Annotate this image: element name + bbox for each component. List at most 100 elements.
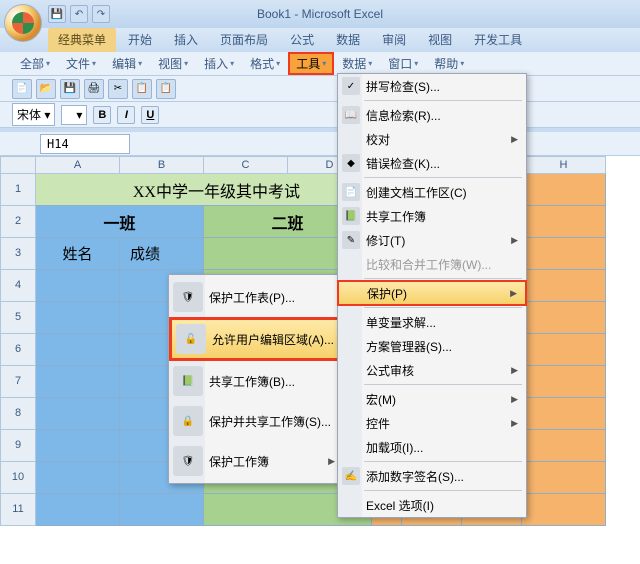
cell-score-hdr[interactable]: 成绩 [120,238,204,270]
col-a[interactable]: A [36,156,120,174]
cell[interactable] [522,334,606,366]
tools-menu-item[interactable]: 📖信息检索(R)... [338,103,526,127]
cell[interactable] [522,302,606,334]
redo-icon[interactable]: ↷ [92,5,110,23]
cell[interactable] [36,174,120,206]
col-h[interactable]: H [522,156,606,174]
save-icon[interactable]: 💾 [48,5,66,23]
tools-menu-item[interactable]: 宏(M)▶ [338,387,526,411]
cell[interactable] [522,494,606,526]
cell[interactable] [522,462,606,494]
select-all-corner[interactable] [0,156,36,174]
cell-class1[interactable]: 一班 [36,206,204,238]
menu-tools[interactable]: 工具▾ [288,52,334,75]
cell-name-hdr[interactable]: 姓名 [36,238,120,270]
cell[interactable] [36,366,120,398]
row-header[interactable]: 6 [0,334,36,366]
tab-page-layout[interactable]: 页面布局 [210,27,278,52]
font-size-select[interactable]: ▾ [61,105,87,125]
new-icon[interactable]: 📄 [12,79,32,99]
row-header[interactable]: 8 [0,398,36,430]
cell[interactable] [522,206,606,238]
print-icon[interactable]: 🖨 [84,79,104,99]
row-header[interactable]: 10 [0,462,36,494]
cell[interactable] [36,334,120,366]
menu-data[interactable]: 数据▾ [334,52,380,75]
tools-menu-item[interactable]: 控件▶ [338,411,526,435]
tools-menu-item[interactable]: 校对▶ [338,127,526,151]
tools-menu-item[interactable]: ✎修订(T)▶ [338,228,526,252]
tools-menu-item[interactable]: 加载项(I)... [338,435,526,459]
row-header[interactable]: 1 [0,174,36,206]
font-name-select[interactable]: 宋体 ▾ [12,103,55,126]
menu-item-icon: ✎ [342,231,360,249]
menu-view[interactable]: 视图▾ [150,52,196,75]
row-header[interactable]: 9 [0,430,36,462]
cell[interactable] [522,366,606,398]
cell[interactable] [36,398,120,430]
paste-icon[interactable]: 📋 [156,79,176,99]
open-icon[interactable]: 📂 [36,79,56,99]
tools-menu-item[interactable]: 公式审核▶ [338,358,526,382]
tools-menu-item[interactable]: ✍添加数字签名(S)... [338,464,526,488]
col-c[interactable]: C [204,156,288,174]
row-header[interactable]: 5 [0,302,36,334]
name-box[interactable]: H14 [40,134,130,154]
tools-menu-item[interactable]: 比较和合并工作簿(W)... [338,252,526,276]
undo-icon[interactable]: ↶ [70,5,88,23]
row-header[interactable]: 3 [0,238,36,270]
protect-menu-item[interactable]: 🔓 允许用户编辑区域(A)... [169,317,343,361]
tab-view[interactable]: 视图 [418,27,462,52]
underline-button[interactable]: U [141,106,159,124]
tools-menu-item[interactable]: ✓拼写检查(S)... [338,74,526,98]
cell[interactable] [522,430,606,462]
menu-file[interactable]: 文件▾ [58,52,104,75]
tools-menu-item[interactable]: 📗共享工作簿 [338,204,526,228]
row-header[interactable]: 11 [0,494,36,526]
bold-button[interactable]: B [93,106,111,124]
copy-icon[interactable]: 📋 [132,79,152,99]
tools-menu-item[interactable]: 方案管理器(S)... [338,334,526,358]
cell[interactable] [36,302,120,334]
tools-menu-item[interactable]: 单变量求解... [338,310,526,334]
cell[interactable] [36,494,120,526]
protect-menu-item[interactable]: 🛡 保护工作簿▶ [169,441,343,481]
tab-review[interactable]: 审阅 [372,27,416,52]
cell[interactable] [522,174,606,206]
tools-menu-item[interactable]: Excel 选项(I) [338,493,526,517]
cell[interactable] [522,270,606,302]
tools-menu-item[interactable]: 保护(P)▶ [337,280,527,306]
tab-data[interactable]: 数据 [326,27,370,52]
menu-help[interactable]: 帮助▾ [426,52,472,75]
office-button[interactable] [4,4,42,42]
cell[interactable] [36,462,120,494]
protect-menu-item[interactable]: 🔒 保护并共享工作簿(S)... [169,401,343,441]
cell-title[interactable]: XX中学一 [120,174,204,206]
row-header[interactable]: 4 [0,270,36,302]
menu-window[interactable]: 窗口▾ [380,52,426,75]
cell[interactable] [522,238,606,270]
protect-menu-item[interactable]: 📗 共享工作簿(B)... [169,361,343,401]
cell[interactable] [120,494,204,526]
tab-developer[interactable]: 开发工具 [464,27,532,52]
row-header[interactable]: 2 [0,206,36,238]
cell[interactable] [522,398,606,430]
tab-insert[interactable]: 插入 [164,27,208,52]
tools-menu-item[interactable]: ◆错误检查(K)... [338,151,526,175]
menu-all[interactable]: 全部▾ [12,52,58,75]
tab-formulas[interactable]: 公式 [280,27,324,52]
italic-button[interactable]: I [117,106,135,124]
tab-classic-menu[interactable]: 经典菜单 [48,27,116,52]
save-icon[interactable]: 💾 [60,79,80,99]
cell[interactable] [36,430,120,462]
cut-icon[interactable]: ✂ [108,79,128,99]
protect-menu-item[interactable]: 🛡 保护工作表(P)... [169,277,343,317]
tools-menu-item[interactable]: 📄创建文档工作区(C) [338,180,526,204]
col-b[interactable]: B [120,156,204,174]
tab-home[interactable]: 开始 [118,27,162,52]
menu-format[interactable]: 格式▾ [242,52,288,75]
menu-edit[interactable]: 编辑▾ [104,52,150,75]
cell[interactable] [36,270,120,302]
menu-insert[interactable]: 插入▾ [196,52,242,75]
row-header[interactable]: 7 [0,366,36,398]
